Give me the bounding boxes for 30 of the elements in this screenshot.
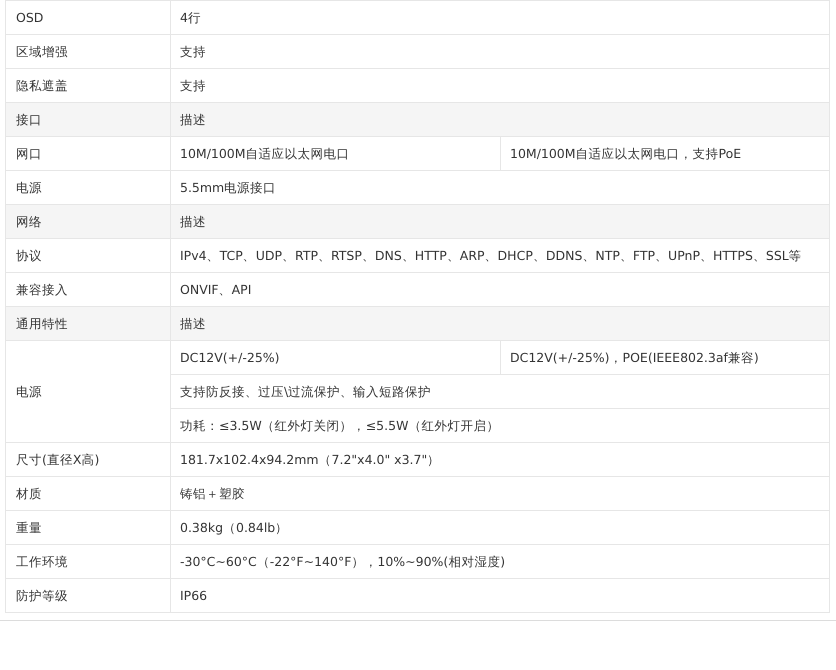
table-cell: 电源: [6, 340, 170, 442]
table-cell: 支持: [170, 34, 830, 68]
table-cell: 铸铝＋塑胶: [170, 476, 830, 510]
table-cell: IPv4、TCP、UDP、RTP、RTSP、DNS、HTTP、ARP、DHCP、DDNS、NTP、FTP、UPnP、HTTPS、SSL等: [170, 238, 830, 272]
table-cell: 网络: [6, 204, 170, 238]
table-cell: 10M/100M自适应以太网电口: [170, 136, 500, 170]
table-cell: 4行: [170, 0, 830, 34]
table-cell: 描述: [170, 306, 830, 340]
table-cell: 重量: [6, 510, 170, 544]
table-cell: 网口: [6, 136, 170, 170]
table-cell: 功耗：≤3.5W（红外灯关闭），≤5.5W（红外灯开启）: [170, 408, 830, 442]
table-cell: OSD: [6, 0, 170, 34]
table-cell: 支持防反接、过压\过流保护、输入短路保护: [170, 374, 830, 408]
table-cell: 协议: [6, 238, 170, 272]
table-cell: 10M/100M自适应以太网电口，支持PoE: [500, 136, 830, 170]
table-cell: 181.7x102.4x94.2mm（7.2"x4.0" x3.7"）: [170, 442, 830, 476]
table-cell: 区域增强: [6, 34, 170, 68]
table-cell: IP66: [170, 578, 830, 612]
table-cell: 材质: [6, 476, 170, 510]
table-cell: 尺寸(直径X高): [6, 442, 170, 476]
table-cell: DC12V(+/-25%): [170, 340, 500, 374]
table-cell: 接口: [6, 102, 170, 136]
table-cell: -30°C~60°C（-22°F~140°F），10%~90%(相对湿度): [170, 544, 830, 578]
table-cell: 工作环境: [6, 544, 170, 578]
table-cell: 0.38kg（0.84lb）: [170, 510, 830, 544]
table-cell: DC12V(+/-25%)，POE(IEEE802.3af兼容): [500, 340, 830, 374]
table-cell: 防护等级: [6, 578, 170, 612]
table-cell: 描述: [170, 204, 830, 238]
table-cell: 描述: [170, 102, 830, 136]
table-cell: 通用特性: [6, 306, 170, 340]
